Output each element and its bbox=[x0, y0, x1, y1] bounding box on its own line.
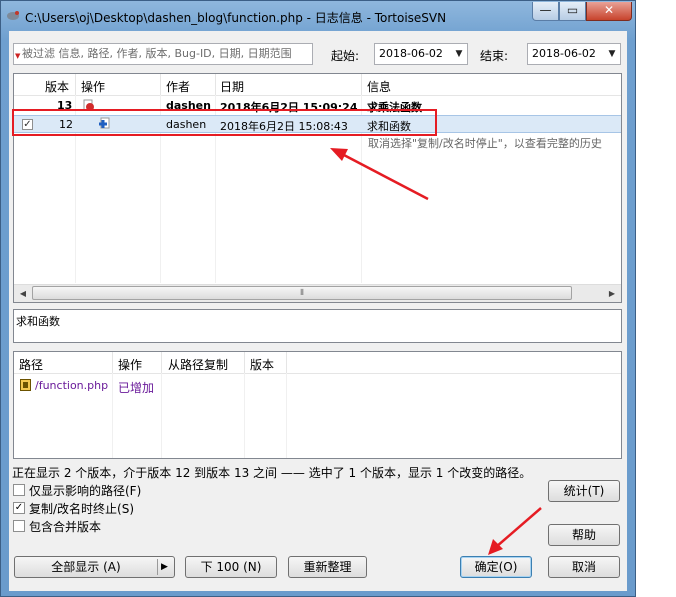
annotation-arrow bbox=[488, 507, 542, 555]
annotation-arrows bbox=[330, 148, 542, 555]
annotation-arrow bbox=[330, 148, 429, 201]
